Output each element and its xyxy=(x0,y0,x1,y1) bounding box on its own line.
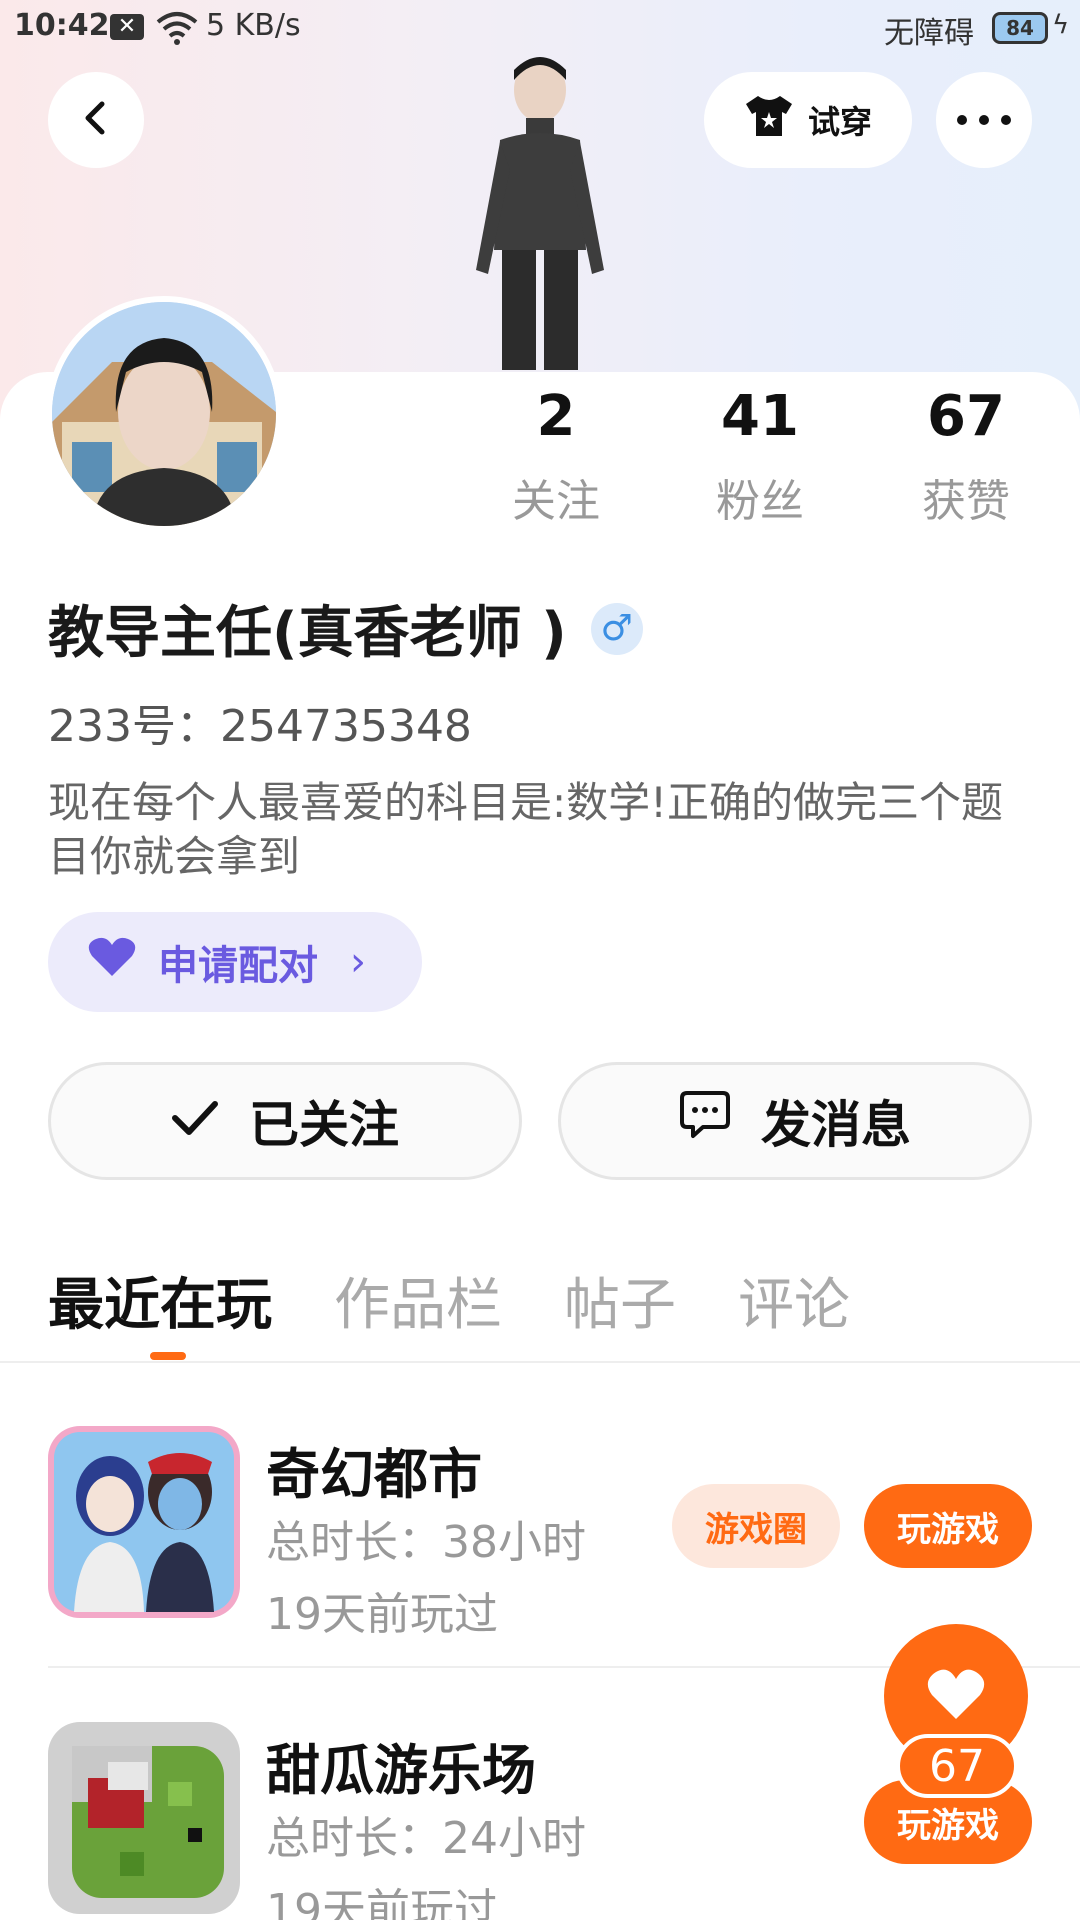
try-on-label: 试穿 xyxy=(807,103,872,141)
tab-recently-played[interactable]: 最近在玩 xyxy=(48,1260,272,1341)
profile-name-row: 教导主任(真香老师 ) ♂ xyxy=(48,588,643,669)
game-title: 奇幻都市 xyxy=(266,1443,482,1506)
stat-following[interactable]: 2 关注 xyxy=(476,384,636,529)
profile-name: 教导主任(真香老师 ) xyxy=(48,601,567,666)
check-icon xyxy=(171,1092,219,1150)
apply-pair-button[interactable]: 申请配对 › xyxy=(48,912,422,1012)
avatar[interactable] xyxy=(46,296,282,532)
apply-pair-label: 申请配对 xyxy=(158,943,318,989)
battery-icon: 84 xyxy=(992,12,1048,44)
avatar-3d-figure xyxy=(440,50,640,370)
chat-bubble-icon xyxy=(679,1090,731,1152)
profile-bio: 现在每个人最喜爱的科目是:数学!正确的做完三个题目你就会拿到 xyxy=(48,778,1003,881)
tab-posts[interactable]: 帖子 xyxy=(564,1260,676,1341)
following-label: 关注 xyxy=(512,476,600,527)
game-last-played: 19天前玩过 xyxy=(266,1589,498,1640)
following-button-label: 已关注 xyxy=(249,1096,399,1154)
followers-count: 41 xyxy=(721,384,799,449)
wifi-icon xyxy=(156,10,198,54)
stat-followers[interactable]: 41 粉丝 xyxy=(680,384,840,529)
send-message-button[interactable]: 发消息 xyxy=(558,1062,1032,1180)
send-message-label: 发消息 xyxy=(761,1096,911,1154)
try-on-button[interactable]: 试穿 xyxy=(704,72,912,168)
tab-works[interactable]: 作品栏 xyxy=(334,1260,502,1341)
heart-icon xyxy=(926,1667,986,1725)
tabs-divider xyxy=(0,1361,1080,1363)
back-button[interactable] xyxy=(48,72,144,168)
game-circle-button[interactable]: 游戏圈 xyxy=(672,1484,840,1568)
more-button[interactable] xyxy=(936,72,1032,168)
accessibility-label: 无障碍 xyxy=(884,16,974,51)
like-count-badge: 67 xyxy=(896,1734,1018,1798)
male-gender-icon: ♂ xyxy=(590,602,643,655)
more-dots-icon xyxy=(956,111,1012,130)
active-tab-indicator xyxy=(150,1352,186,1360)
profile-tabs: 最近在玩 作品栏 帖子 评论 xyxy=(48,1260,850,1341)
likes-count: 67 xyxy=(927,384,1005,449)
heart-icon xyxy=(88,936,136,988)
game-list-item[interactable]: 奇幻都市 总时长：38小时 19天前玩过 游戏圈 玩游戏 xyxy=(48,1426,1080,1640)
following-button[interactable]: 已关注 xyxy=(48,1062,522,1180)
user-id: 233号：254735348 xyxy=(48,701,472,752)
game-duration: 总时长：24小时 xyxy=(266,1813,586,1864)
network-speed: 5 KB/s xyxy=(206,8,301,43)
game-last-played: 19天前玩过 xyxy=(266,1885,498,1920)
tab-comments[interactable]: 评论 xyxy=(738,1260,850,1341)
game-duration: 总时长：38小时 xyxy=(266,1517,586,1568)
play-game-button[interactable]: 玩游戏 xyxy=(864,1484,1032,1568)
notification-icon: ✕ xyxy=(110,14,144,40)
tshirt-icon xyxy=(744,94,794,146)
likes-label: 获赞 xyxy=(922,476,1010,527)
status-time: 10:42 xyxy=(14,8,110,43)
game-title: 甜瓜游乐场 xyxy=(266,1739,536,1802)
chevron-right-icon: › xyxy=(350,939,366,985)
following-count: 2 xyxy=(536,384,576,449)
game-icon-fantasy-city xyxy=(48,1426,240,1618)
chevron-left-icon xyxy=(78,100,114,140)
charging-icon: ϟ xyxy=(1052,10,1070,40)
game-icon-melon-playground xyxy=(48,1722,240,1914)
stat-likes[interactable]: 67 获赞 xyxy=(886,384,1046,529)
followers-label: 粉丝 xyxy=(716,476,804,527)
